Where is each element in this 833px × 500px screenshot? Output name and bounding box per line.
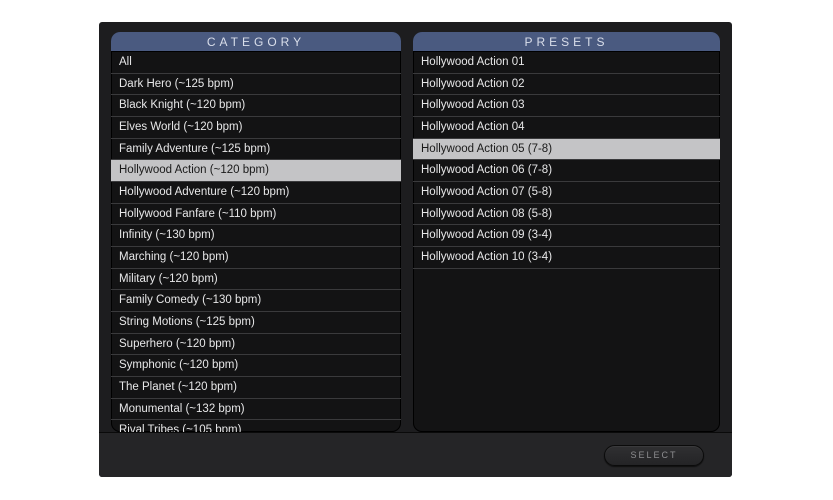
preset-row[interactable]: Hollywood Action 04 bbox=[413, 117, 720, 139]
preset-row[interactable]: Hollywood Action 09 (3-4) bbox=[413, 225, 720, 247]
category-row[interactable]: Black Knight (~120 bpm) bbox=[111, 95, 401, 117]
category-row[interactable]: Monumental (~132 bpm) bbox=[111, 399, 401, 421]
category-row[interactable]: Hollywood Adventure (~120 bpm) bbox=[111, 182, 401, 204]
category-row[interactable]: Dark Hero (~125 bpm) bbox=[111, 74, 401, 96]
preset-row[interactable]: Hollywood Action 06 (7-8) bbox=[413, 160, 720, 182]
category-list: AllDark Hero (~125 bpm)Black Knight (~12… bbox=[111, 52, 401, 432]
category-panel: CATEGORY AllDark Hero (~125 bpm)Black Kn… bbox=[111, 32, 401, 432]
preset-row[interactable]: Hollywood Action 02 bbox=[413, 74, 720, 96]
category-row[interactable]: Infinity (~130 bpm) bbox=[111, 225, 401, 247]
category-row[interactable]: Military (~120 bpm) bbox=[111, 269, 401, 291]
presets-header: PRESETS bbox=[413, 32, 720, 52]
preset-row[interactable]: Hollywood Action 07 (5-8) bbox=[413, 182, 720, 204]
preset-row[interactable]: Hollywood Action 01 bbox=[413, 52, 720, 74]
category-row[interactable]: Marching (~120 bpm) bbox=[111, 247, 401, 269]
category-row[interactable]: Family Comedy (~130 bpm) bbox=[111, 290, 401, 312]
category-row[interactable]: Hollywood Action (~120 bpm) bbox=[111, 160, 401, 182]
presets-list: Hollywood Action 01Hollywood Action 02Ho… bbox=[413, 52, 720, 432]
select-button[interactable]: SELECT bbox=[604, 445, 704, 466]
preset-browser-window: CATEGORY AllDark Hero (~125 bpm)Black Kn… bbox=[99, 22, 732, 477]
category-row[interactable]: Family Adventure (~125 bpm) bbox=[111, 139, 401, 161]
category-row[interactable]: Symphonic (~120 bpm) bbox=[111, 355, 401, 377]
category-row[interactable]: All bbox=[111, 52, 401, 74]
category-header: CATEGORY bbox=[111, 32, 401, 52]
category-row[interactable]: Elves World (~120 bpm) bbox=[111, 117, 401, 139]
columns-container: CATEGORY AllDark Hero (~125 bpm)Black Kn… bbox=[99, 22, 732, 432]
preset-row[interactable]: Hollywood Action 08 (5-8) bbox=[413, 204, 720, 226]
preset-row[interactable]: Hollywood Action 05 (7-8) bbox=[413, 139, 720, 161]
presets-panel: PRESETS Hollywood Action 01Hollywood Act… bbox=[413, 32, 720, 432]
preset-row[interactable]: Hollywood Action 03 bbox=[413, 95, 720, 117]
category-row[interactable]: Rival Tribes (~105 bpm) bbox=[111, 420, 401, 432]
category-row[interactable]: Hollywood Fanfare (~110 bpm) bbox=[111, 204, 401, 226]
category-row[interactable]: The Planet (~120 bpm) bbox=[111, 377, 401, 399]
category-row[interactable]: String Motions (~125 bpm) bbox=[111, 312, 401, 334]
preset-row[interactable]: Hollywood Action 10 (3-4) bbox=[413, 247, 720, 269]
category-row[interactable]: Superhero (~120 bpm) bbox=[111, 334, 401, 356]
footer-bar: SELECT bbox=[99, 432, 732, 477]
